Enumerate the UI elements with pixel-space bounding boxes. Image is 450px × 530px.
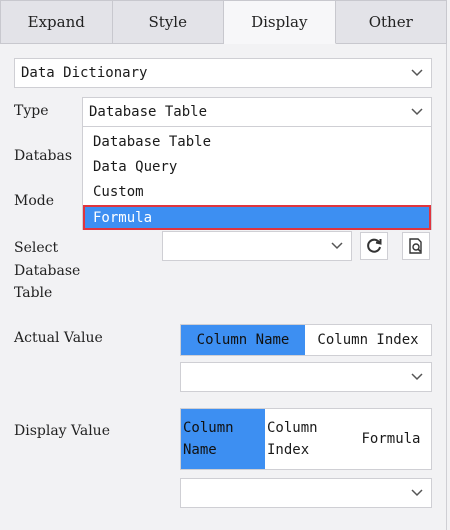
option-custom[interactable]: Custom	[83, 179, 431, 204]
actual-column-index-option[interactable]: Column Index	[305, 325, 431, 355]
option-database-table[interactable]: Database Table	[83, 129, 431, 154]
display-settings-panel: Expand Style Display Other Data Dictiona…	[0, 0, 447, 530]
display-column-name-line: Column	[183, 420, 234, 436]
database-table-select[interactable]	[162, 231, 352, 261]
display-column-index-line: Column	[267, 420, 318, 436]
display-value-label: Display Value	[14, 423, 110, 439]
select-table-label: Select Database Table	[14, 237, 80, 305]
dictionary-type-value: Data Dictionary	[21, 65, 148, 81]
chevron-down-icon	[403, 59, 431, 87]
chevron-down-icon	[403, 98, 431, 126]
type-label: Type	[14, 103, 49, 119]
display-formula-option[interactable]: Formula	[351, 409, 431, 469]
chevron-down-icon	[403, 363, 431, 391]
actual-value-label: Actual Value	[14, 330, 103, 346]
select-table-label-line: Database	[14, 262, 81, 279]
type-select[interactable]: Database Table	[82, 97, 432, 127]
display-column-index-option[interactable]: Column Index	[265, 409, 351, 469]
chevron-down-icon	[403, 479, 431, 507]
tab-bar: Expand Style Display Other	[0, 0, 447, 44]
refresh-button[interactable]	[360, 232, 388, 260]
option-data-query[interactable]: Data Query	[83, 154, 431, 179]
database-label: Databas	[14, 148, 73, 164]
display-column-name-line: Name	[183, 442, 217, 458]
dictionary-type-select[interactable]: Data Dictionary	[14, 58, 432, 88]
display-value-select[interactable]	[180, 478, 432, 508]
type-value: Database Table	[89, 104, 208, 120]
document-search-icon	[409, 238, 422, 254]
tab-style[interactable]: Style	[112, 0, 224, 44]
display-column-name-option[interactable]: Column Name	[181, 409, 265, 469]
select-table-label-line: Select	[14, 240, 59, 256]
actual-value-select[interactable]	[180, 362, 432, 392]
option-formula[interactable]: Formula	[83, 205, 431, 230]
tab-display[interactable]: Display	[224, 0, 336, 44]
actual-value-toggle: Column Name Column Index	[180, 324, 432, 356]
type-dropdown-list: Database Table Data Query Custom Formula	[82, 126, 432, 230]
select-table-label-line: Table	[14, 285, 53, 301]
tab-expand[interactable]: Expand	[0, 0, 113, 44]
display-value-toggle: Column Name Column Index Formula	[180, 408, 432, 470]
display-column-index-line: Index	[267, 442, 310, 458]
preview-table-button[interactable]	[402, 232, 430, 260]
actual-column-name-option[interactable]: Column Name	[181, 325, 305, 355]
mode-label: Mode	[14, 193, 55, 209]
chevron-down-icon	[323, 232, 351, 260]
tab-other[interactable]: Other	[335, 0, 447, 44]
refresh-icon	[367, 238, 382, 253]
